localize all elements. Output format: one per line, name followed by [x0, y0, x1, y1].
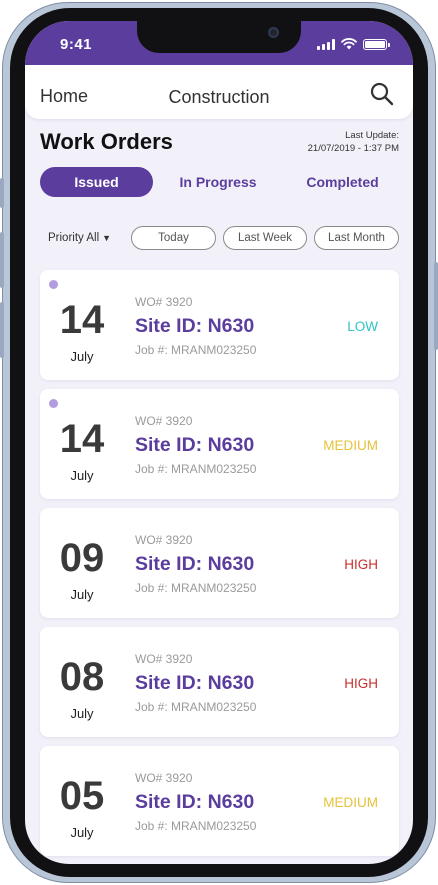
- priority-filter-label: Priority All: [48, 232, 100, 244]
- site-id: Site ID: N630: [135, 434, 255, 456]
- order-day: 09: [59, 536, 105, 580]
- tab-completed[interactable]: Completed: [290, 167, 395, 197]
- priority-badge: LOW: [347, 319, 378, 334]
- volume-up-button: [0, 232, 4, 288]
- order-month: July: [70, 468, 94, 483]
- header-title: Construction: [168, 87, 270, 107]
- last-update-value: 21/07/2019 - 1:37 PM: [307, 143, 399, 154]
- filter-row: Priority All ▼ Today Last Week Last Month: [40, 226, 400, 250]
- order-day: 14: [59, 417, 105, 461]
- wifi-icon: [341, 38, 357, 50]
- work-order-card[interactable]: 14 July WO# 3920 Site ID: N630 Job #: MR…: [40, 389, 399, 499]
- volume-down-button: [0, 302, 4, 358]
- order-month: July: [70, 349, 94, 364]
- page-title: Work Orders: [40, 129, 173, 154]
- caret-down-icon: ▼: [102, 233, 112, 243]
- status-time: 9:41: [60, 36, 93, 53]
- site-id: Site ID: N630: [135, 553, 255, 575]
- tab-in-progress[interactable]: In Progress: [163, 167, 273, 197]
- battery-icon: [363, 38, 390, 50]
- work-order-card[interactable]: 05 July WO# 3920 Site ID: N630 Job #: MR…: [40, 746, 399, 856]
- order-month: July: [70, 706, 94, 721]
- site-id: Site ID: N630: [135, 791, 255, 813]
- order-month: July: [70, 825, 94, 840]
- work-order-number: WO# 3920: [135, 652, 193, 666]
- power-button: [434, 262, 438, 350]
- app-header: Home Construction: [25, 65, 413, 119]
- filter-chip-last-week[interactable]: Last Week: [223, 226, 307, 250]
- job-number: Job #: MRANM023250: [135, 462, 257, 476]
- tab-issued[interactable]: Issued: [40, 167, 153, 197]
- last-update-label: Last Update:: [345, 130, 399, 141]
- work-order-number: WO# 3920: [135, 771, 193, 785]
- job-number: Job #: MRANM023250: [135, 581, 257, 595]
- site-id: Site ID: N630: [135, 315, 255, 337]
- status-icons: [317, 38, 390, 50]
- work-order-card[interactable]: 14 July WO# 3920 Site ID: N630 Job #: MR…: [40, 270, 399, 380]
- last-update: Last Update: 21/07/2019 - 1:37 PM: [308, 129, 399, 155]
- priority-badge: HIGH: [344, 676, 378, 691]
- job-number: Job #: MRANM023250: [135, 819, 257, 833]
- status-tabs: Issued In Progress Completed: [40, 167, 400, 197]
- priority-filter-select[interactable]: Priority All ▼: [48, 232, 111, 244]
- work-order-number: WO# 3920: [135, 533, 193, 547]
- notch: [137, 21, 301, 53]
- site-id: Site ID: N630: [135, 672, 255, 694]
- work-order-card[interactable]: 09 July WO# 3920 Site ID: N630 Job #: MR…: [40, 508, 399, 618]
- filter-chip-today[interactable]: Today: [131, 226, 216, 250]
- priority-badge: HIGH: [344, 557, 378, 572]
- front-camera: [268, 27, 279, 38]
- order-day: 05: [59, 774, 105, 818]
- screen: 9:41 Home Construction Work Orders Last …: [25, 21, 413, 864]
- order-day: 14: [59, 298, 105, 342]
- search-icon: [370, 82, 394, 106]
- priority-badge: MEDIUM: [323, 438, 378, 453]
- cellular-signal-icon: [317, 38, 335, 50]
- work-order-number: WO# 3920: [135, 295, 193, 309]
- work-order-card[interactable]: 08 July WO# 3920 Site ID: N630 Job #: MR…: [40, 627, 399, 737]
- order-month: July: [70, 587, 94, 602]
- priority-badge: MEDIUM: [323, 795, 378, 810]
- work-order-number: WO# 3920: [135, 414, 193, 428]
- mute-switch: [0, 178, 4, 208]
- unread-dot: [49, 280, 58, 289]
- unread-dot: [49, 399, 58, 408]
- job-number: Job #: MRANM023250: [135, 343, 257, 357]
- job-number: Job #: MRANM023250: [135, 700, 257, 714]
- search-button[interactable]: [369, 81, 395, 107]
- order-day: 08: [59, 655, 105, 699]
- filter-chip-last-month[interactable]: Last Month: [314, 226, 399, 250]
